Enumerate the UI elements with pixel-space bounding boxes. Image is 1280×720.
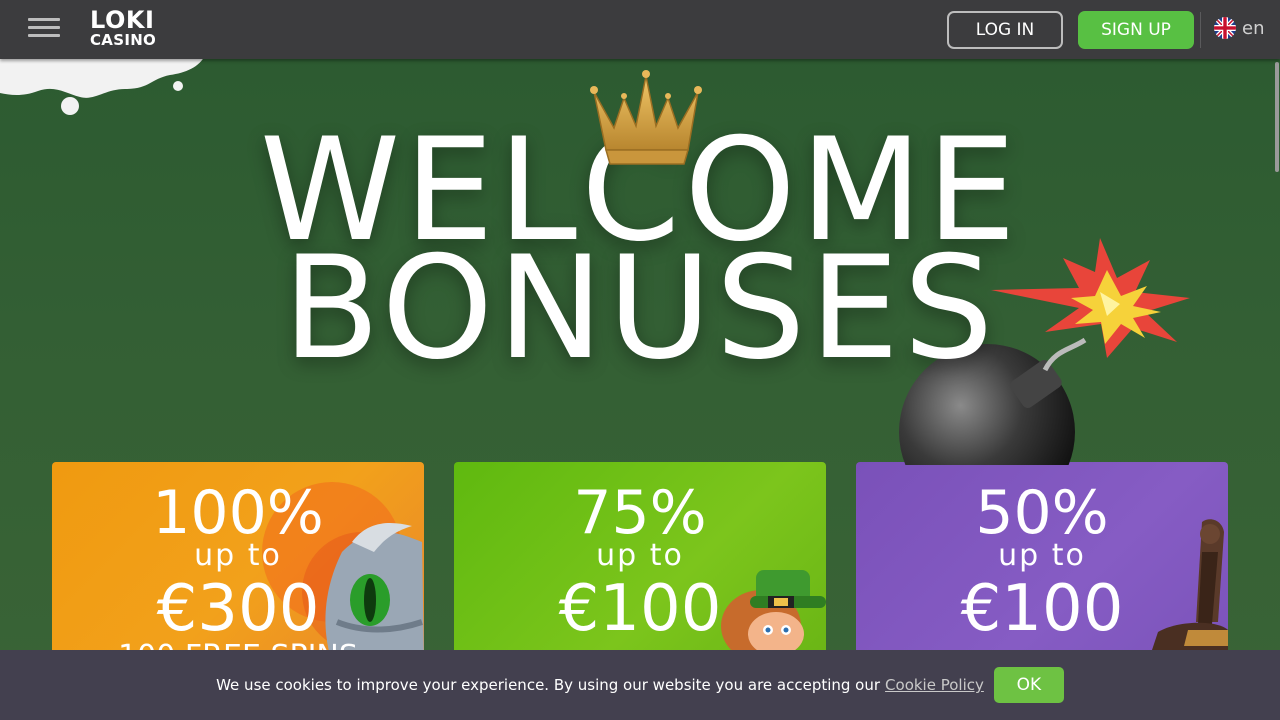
bonus-card-third-deposit[interactable]: 50% up to €100	[856, 462, 1228, 662]
bonus-amount: €100	[960, 572, 1124, 646]
uk-flag-icon	[1214, 17, 1236, 39]
bonus-amount: €100	[558, 572, 722, 646]
site-logo[interactable]: LOKI CASINO	[90, 8, 156, 48]
cookie-consent-bar: We use cookies to improve your experienc…	[0, 650, 1280, 720]
bonus-amount: €300	[156, 572, 320, 646]
language-label: en	[1242, 17, 1265, 39]
login-button[interactable]: LOG IN	[947, 11, 1063, 49]
bonus-card-second-deposit[interactable]: 75% up to €100	[454, 462, 826, 662]
cookie-message: We use cookies to improve your experienc…	[216, 676, 881, 694]
bonus-upto: up to	[194, 538, 282, 573]
bonus-upto: up to	[596, 538, 684, 573]
cookie-ok-button[interactable]: OK	[993, 667, 1064, 703]
scrollbar-thumb[interactable]	[1275, 62, 1279, 172]
language-selector[interactable]: en	[1214, 17, 1264, 39]
header-divider	[1200, 12, 1201, 48]
menu-icon[interactable]	[28, 18, 60, 40]
crown-icon	[590, 70, 702, 165]
signup-button[interactable]: SIGN UP	[1078, 11, 1194, 49]
logo-line-2: CASINO	[90, 31, 157, 49]
headline-line-2: BONUSES	[282, 226, 998, 391]
bonus-upto: up to	[998, 538, 1086, 573]
top-navigation-bar: LOKI CASINO LOG IN SIGN UP en	[0, 0, 1280, 59]
cookie-policy-link[interactable]: Cookie Policy	[885, 676, 984, 694]
white-splash-decoration	[0, 55, 205, 115]
logo-line-1: LOKI	[90, 6, 155, 34]
bonus-card-first-deposit[interactable]: 100% up to €300 100 FREE SPINS	[52, 462, 424, 662]
